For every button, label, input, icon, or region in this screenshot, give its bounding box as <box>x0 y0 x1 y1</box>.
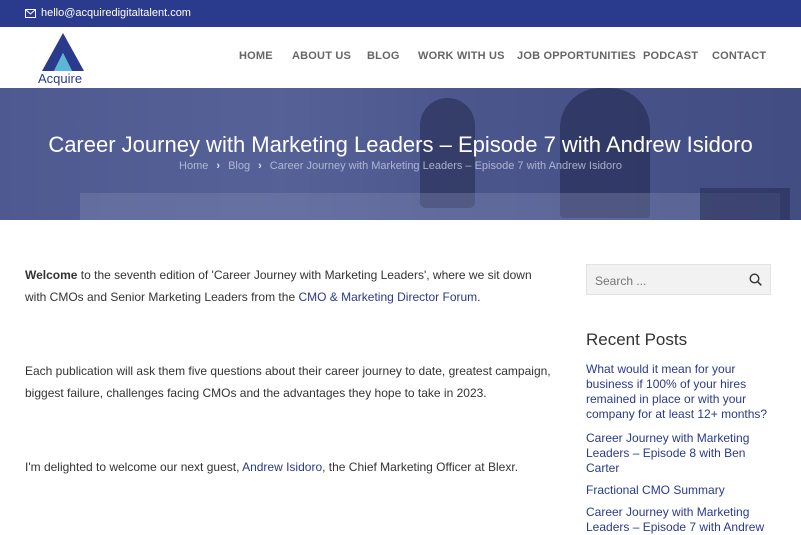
page-hero: Career Journey with Marketing Leaders – … <box>0 88 801 220</box>
forum-link[interactable]: CMO & Marketing Director Forum <box>298 290 477 304</box>
site-logo[interactable]: Acquire <box>36 31 92 87</box>
breadcrumb-current: Career Journey with Marketing Leaders – … <box>269 160 622 172</box>
article-paragraph-intro: Welcome to the seventh edition of 'Caree… <box>25 264 555 308</box>
logo-text: Acquire <box>38 71 83 86</box>
guest-link[interactable]: Andrew Isidoro <box>242 460 322 474</box>
article-paragraph-guest: I'm delighted to welcome our next guest,… <box>25 456 555 478</box>
nav-work-with-us[interactable]: WORK WITH US <box>418 50 505 62</box>
nav-contact[interactable]: CONTACT <box>712 50 766 62</box>
chevron-right-icon: › <box>258 160 262 172</box>
nav-about-us[interactable]: ABOUT US <box>292 50 351 62</box>
nav-podcast[interactable]: PODCAST <box>643 50 698 62</box>
guest-end: , the Chief Marketing Officer at Blexr. <box>322 460 518 474</box>
breadcrumb-home[interactable]: Home <box>179 160 208 172</box>
welcome-bold: Welcome <box>25 268 78 282</box>
logo-mark-icon <box>42 33 84 71</box>
contact-email[interactable]: hello@acquiredigitaltalent.com <box>25 7 191 19</box>
page-title: Career Journey with Marketing Leaders – … <box>48 132 753 157</box>
search-box <box>586 264 771 295</box>
email-link[interactable]: hello@acquiredigitaltalent.com <box>41 7 191 19</box>
article-paragraph-questions: Each publication will ask them five ques… <box>25 364 551 400</box>
recent-post-link[interactable]: Career Journey with Marketing Leaders – … <box>586 431 771 476</box>
top-bar: hello@acquiredigitaltalent.com <box>0 0 801 27</box>
recent-posts-heading: Recent Posts <box>586 330 688 349</box>
breadcrumb-blog[interactable]: Blog <box>228 160 250 172</box>
intro-end: . <box>477 290 481 304</box>
recent-post-link[interactable]: What would it mean for your business if … <box>586 362 771 422</box>
recent-post-link[interactable]: Fractional CMO Summary <box>586 483 771 498</box>
breadcrumb: Home › Blog › Career Journey with Marketing … <box>0 160 801 172</box>
search-icon[interactable] <box>749 273 762 291</box>
chevron-right-icon: › <box>216 160 221 172</box>
envelope-icon <box>25 8 36 18</box>
main-header: Acquire HOME ABOUT US BLOG WORK WITH US … <box>0 27 801 88</box>
nav-job-opportunities[interactable]: JOB OPPORTUNITIES <box>517 50 636 62</box>
nav-blog[interactable]: BLOG <box>367 50 400 62</box>
search-input[interactable] <box>593 271 747 291</box>
guest-text: I'm delighted to welcome our next guest, <box>25 460 243 474</box>
nav-home[interactable]: HOME <box>239 50 273 62</box>
